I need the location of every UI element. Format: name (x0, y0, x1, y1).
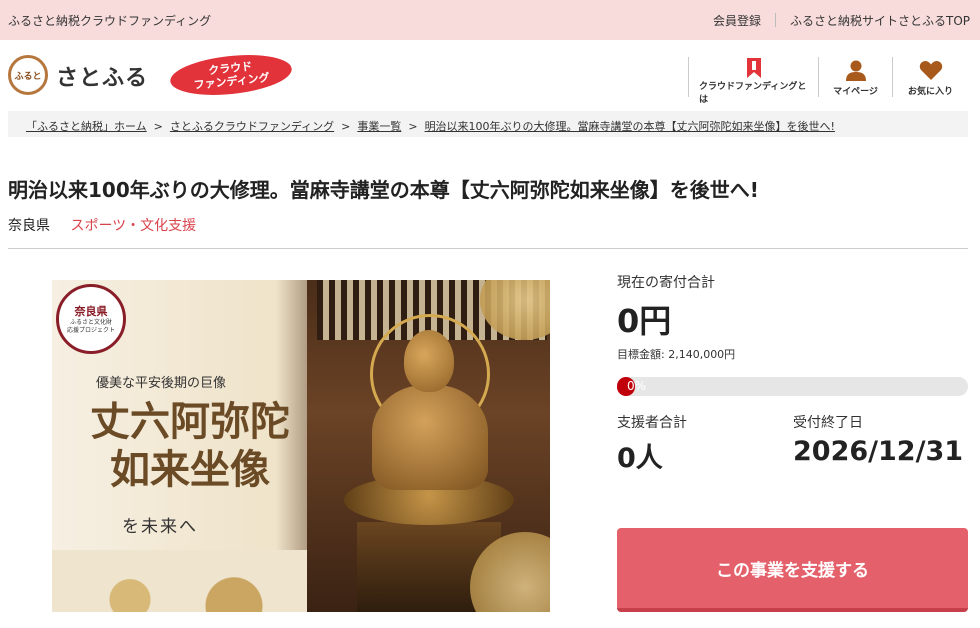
heart-icon (919, 57, 943, 81)
support-project-button[interactable]: この事業を支援する (617, 528, 968, 612)
category-link[interactable]: スポーツ・文化支援 (70, 218, 196, 234)
member-register-link[interactable]: 会員登録 (713, 12, 761, 29)
project-meta: 奈良県 スポーツ・文化支援 (8, 215, 196, 235)
logo-text[interactable]: さとふる (56, 60, 148, 92)
buddha-statue-head (404, 330, 454, 392)
goal-amount: 目標金額: 2,140,000円 (617, 348, 736, 361)
project-hero-image: 奈良県 ふるさと文化財 応援プロジェクト 優美な平安後期の巨像 丈六阿弥陀 如来… (52, 280, 550, 612)
deadline-date: 2026/12/31 (793, 436, 964, 467)
seal-title: 奈良県 (74, 305, 108, 318)
logo-icon[interactable]: ふると (8, 55, 48, 95)
nav-about-crowdfunding[interactable]: クラウドファンディングとは (688, 57, 818, 105)
deadline-label: 受付終了日 (793, 415, 863, 431)
breadcrumb-current[interactable]: 明治以来100年ぶりの大修理。當麻寺講堂の本尊【丈六阿弥陀如来坐像】を後世へ! (425, 120, 835, 133)
nav-label: お気に入り (907, 87, 953, 97)
page-title: 明治以来100年ぶりの大修理。當麻寺講堂の本尊【丈六阿弥陀如来坐像】を後世へ! (8, 178, 759, 202)
buddha-statue-body (372, 385, 488, 490)
header-nav: クラウドファンディングとは マイページ お気に入り (688, 57, 968, 105)
nara-seal-icon: 奈良県 ふるさと文化財 応援プロジェクト (56, 284, 126, 354)
prefecture-label: 奈良県 (8, 218, 50, 234)
divider (8, 248, 968, 249)
top-bar: ふるさと納税クラウドファンディング 会員登録 ふるさと納税サイトさとふるTOP (0, 0, 980, 40)
person-icon (845, 57, 867, 81)
progress-bar: 0% (617, 377, 968, 396)
supporters-count: 0人 (617, 443, 663, 474)
breadcrumb-sep: > (408, 120, 418, 133)
site-tagline: ふるさと納税クラウドファンディング (8, 13, 212, 28)
hero-tagline: を未来へ (122, 517, 198, 537)
progress-text: 0% (627, 379, 647, 393)
bookmark-icon (745, 57, 763, 79)
breadcrumb-crowdfunding[interactable]: さとふるクラウドファンディング (170, 120, 334, 133)
gold-wave-decoration (52, 550, 312, 612)
breadcrumb: 「ふるさと納税」ホーム > さとふるクラウドファンディング > 事業一覧 > 明治以来100… (8, 111, 968, 137)
hero-heading: 丈六阿弥陀 如来坐像 (74, 398, 306, 494)
nav-label: クラウドファンディングとは (699, 82, 807, 105)
satofull-top-link[interactable]: ふるさと納税サイトさとふるTOP (790, 12, 970, 29)
hero-subtitle: 優美な平安後期の巨像 (96, 376, 227, 391)
divider (774, 13, 776, 27)
nav-mypage[interactable]: マイページ (818, 57, 892, 97)
breadcrumb-sep: > (341, 120, 351, 133)
top-links: 会員登録 ふるさと納税サイトさとふるTOP (713, 12, 970, 29)
nav-favorites[interactable]: お気に入り (892, 57, 968, 97)
seal-sub: ふるさと文化財 応援プロジェクト (66, 319, 115, 334)
logo-seal-text: ふると (14, 71, 42, 82)
funding-panel: 現在の寄付合計 (617, 272, 970, 292)
site-header: ふると さとふる クラウド ファンディング クラウドファンディングとは マイペー… (0, 40, 980, 110)
breadcrumb-sep: > (153, 120, 163, 133)
hero-heading-line2: 如来坐像 (110, 446, 270, 493)
breadcrumb-projects[interactable]: 事業一覧 (357, 120, 401, 133)
hero-heading-line1: 丈六阿弥陀 (90, 398, 290, 445)
supporters-label: 支援者合計 (617, 415, 687, 431)
crowdfunding-badge[interactable]: クラウド ファンディング (168, 49, 294, 101)
breadcrumb-home[interactable]: 「ふるさと納税」ホーム (26, 120, 147, 133)
total-amount: 0円 (617, 302, 672, 340)
total-label: 現在の寄付合計 (617, 275, 715, 291)
nav-label: マイページ (833, 87, 878, 97)
